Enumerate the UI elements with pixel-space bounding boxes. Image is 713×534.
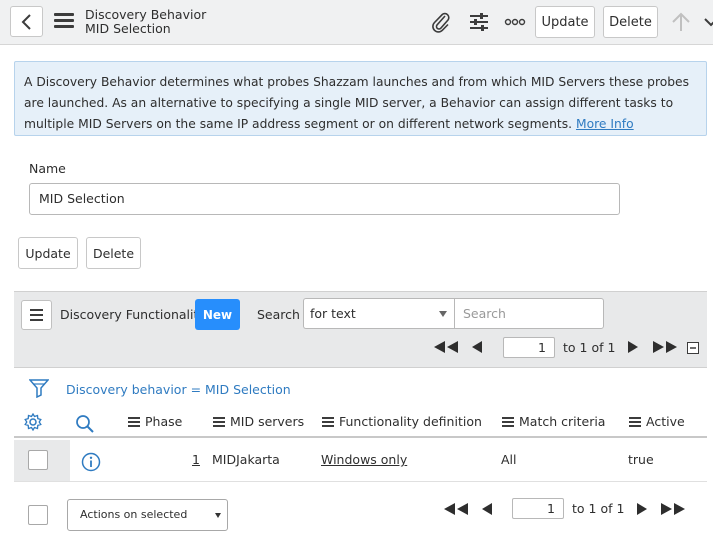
header-update-button[interactable]: Update [535, 6, 595, 38]
arrow-up-icon[interactable] [670, 11, 692, 33]
column-menu-icon [322, 415, 334, 429]
actions-select[interactable]: Actions on selected rows... [67, 499, 228, 531]
chevron-down-icon[interactable] [703, 11, 713, 33]
related-list-header: Discovery Functionality New Search for t… [14, 291, 707, 368]
new-button[interactable]: New [195, 299, 240, 330]
column-active[interactable]: Active [629, 414, 685, 429]
search-field-value: for text [310, 306, 356, 321]
footer-last-page-icon[interactable] [660, 502, 686, 516]
first-page-icon[interactable] [433, 340, 459, 354]
form-title: Discovery Behavior [85, 7, 207, 22]
name-label: Name [29, 161, 66, 176]
column-phase[interactable]: Phase [128, 414, 182, 429]
previous-page-icon[interactable] [471, 340, 483, 354]
list-menu-button[interactable] [21, 300, 52, 330]
settings-sliders-icon[interactable] [468, 11, 490, 33]
column-menu-icon [213, 415, 225, 429]
column-mid-servers[interactable]: MID servers [213, 414, 304, 429]
row-functionality-definition-link[interactable]: Windows only [321, 452, 407, 467]
search-input[interactable]: Search [454, 298, 604, 329]
header-delete-button[interactable]: Delete [603, 6, 658, 38]
footer-pagination-text: to 1 of 1 [572, 501, 625, 516]
column-menu-icon [128, 415, 140, 429]
last-page-icon[interactable] [652, 340, 678, 354]
search-icon[interactable] [75, 414, 95, 434]
info-icon[interactable] [81, 452, 101, 472]
search-field-select[interactable]: for text [303, 298, 455, 329]
select-all-checkbox[interactable] [28, 505, 48, 525]
actions-label: Actions on selected rows... [80, 508, 188, 521]
footer-first-page-icon[interactable] [443, 502, 469, 516]
table-header: Phase MID servers Functionality definiti… [14, 405, 707, 438]
page-number-input[interactable]: 1 [503, 337, 555, 358]
footer-page-number-input[interactable]: 1 [512, 498, 564, 519]
column-match-criteria[interactable]: Match criteria [502, 414, 605, 429]
delete-button[interactable]: Delete [86, 237, 141, 269]
footer-previous-page-icon[interactable] [481, 502, 493, 516]
name-input[interactable]: MID Selection [29, 183, 620, 215]
dropdown-arrow-icon [439, 311, 447, 317]
row-phase-link[interactable]: 1 [192, 452, 200, 467]
collapse-icon[interactable] [687, 342, 699, 354]
row-active: true [628, 452, 654, 467]
search-label: Search [257, 307, 300, 322]
row-match-criteria: All [501, 452, 517, 467]
pagination-text: to 1 of 1 [563, 340, 616, 355]
column-menu-icon [502, 415, 514, 429]
more-options-icon[interactable] [504, 11, 526, 33]
chevron-left-icon [21, 13, 31, 30]
row-checkbox[interactable] [28, 450, 48, 470]
filter-condition-link[interactable]: Discovery behavior = MID Selection [66, 382, 291, 397]
list-title: Discovery Functionality [60, 307, 206, 322]
footer-next-page-icon[interactable] [636, 502, 648, 516]
gear-icon[interactable] [24, 413, 42, 431]
filter-icon[interactable] [29, 378, 49, 398]
form-subtitle: MID Selection [85, 21, 171, 36]
row-checkbox-cell [14, 440, 70, 481]
row-mid-servers: MIDJakarta [212, 452, 280, 467]
more-info-link[interactable]: More Info [576, 117, 634, 131]
paperclip-icon[interactable] [430, 11, 452, 33]
back-button[interactable] [10, 6, 43, 37]
column-menu-icon [629, 415, 641, 429]
context-menu-icon[interactable] [54, 13, 74, 29]
next-page-icon[interactable] [627, 340, 639, 354]
filter-breadcrumb: Discovery behavior = MID Selection [14, 375, 707, 405]
dropdown-arrow-icon [215, 513, 221, 518]
update-button[interactable]: Update [18, 237, 78, 269]
form-header: Discovery Behavior MID Selection Update … [0, 0, 713, 45]
info-message: A Discovery Behavior determines what pro… [14, 61, 707, 136]
table-row[interactable]: 1 MIDJakarta Windows only All true [14, 440, 707, 482]
column-functionality-definition[interactable]: Functionality definition [322, 414, 482, 429]
